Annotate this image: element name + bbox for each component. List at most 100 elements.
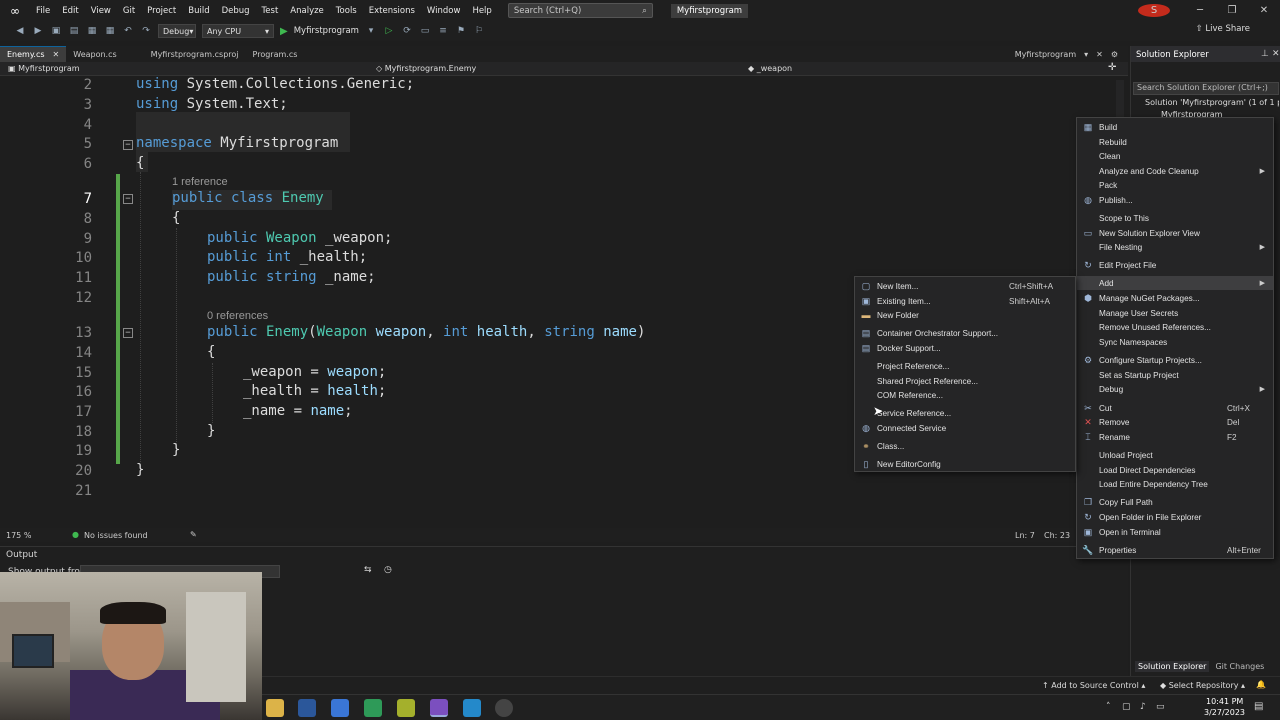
reference-count-hint[interactable]: 0 references xyxy=(207,310,268,322)
add-source-control-button[interactable]: ↑ Add to Source Control ▴ xyxy=(1042,681,1145,690)
solution-node[interactable]: Solution 'Myfirstprogram' (1 of 1 p xyxy=(1145,98,1279,107)
tab-enemy-cs[interactable]: Enemy.cs ✕ xyxy=(0,46,67,62)
menu-item-publish[interactable]: ◍ Publish... xyxy=(1077,193,1273,207)
layout-icon[interactable]: ▭ xyxy=(419,26,431,36)
chevron-down-icon[interactable]: ▾ xyxy=(365,26,377,36)
zoom-level[interactable]: 175 % xyxy=(6,531,31,540)
menu-item-terminal[interactable]: ▣ Open in Terminal xyxy=(1077,525,1273,539)
search-input[interactable]: Search (Ctrl+Q) ⌕ xyxy=(507,3,653,18)
config-select[interactable]: Debug ▾ xyxy=(158,24,196,38)
tab-weapon-cs[interactable]: Weapon.cs xyxy=(66,46,123,62)
menu-item-project-reference[interactable]: Project Reference... xyxy=(855,359,1075,373)
close-icon[interactable]: ✕ xyxy=(1248,5,1280,16)
fold-toggle-icon[interactable]: − xyxy=(123,328,133,338)
visual-studio-logo-icon[interactable]: ∞ xyxy=(8,4,22,18)
solution-search-input[interactable]: Search Solution Explorer (Ctrl+;) xyxy=(1133,82,1279,95)
forward-icon[interactable]: ▶ xyxy=(32,26,44,36)
menu-item-unload[interactable]: Unload Project xyxy=(1077,448,1273,462)
network-icon[interactable]: ▢ xyxy=(1122,702,1131,712)
clock-icon[interactable]: ◷ xyxy=(384,565,392,575)
outlook-icon[interactable] xyxy=(298,699,316,717)
menu-item-debug[interactable]: Debug ▶ xyxy=(1077,382,1273,396)
bookmark-icon[interactable]: ⚑ xyxy=(455,26,467,36)
notepad-plus-icon[interactable] xyxy=(364,699,382,717)
menu-item-new-item[interactable]: ▢ New Item... Ctrl+Shift+A xyxy=(855,279,1075,293)
save-icon[interactable]: ▦ xyxy=(86,26,98,36)
menu-item-sync-namespaces[interactable]: Sync Namespaces xyxy=(1077,335,1273,349)
menu-file[interactable]: File xyxy=(30,6,56,16)
menu-item-new-editorconfig[interactable]: ▯ New EditorConfig xyxy=(855,457,1075,471)
menu-item-pack[interactable]: Pack xyxy=(1077,178,1273,192)
tab-myfirstprogram-csproj[interactable]: Myfirstprogram.csproj xyxy=(144,46,246,62)
vscode-icon[interactable] xyxy=(463,699,481,717)
nav-type-dropdown[interactable]: ◇ Myfirstprogram.Enemy xyxy=(376,64,476,73)
tab-git-changes[interactable]: Git Changes xyxy=(1215,662,1264,671)
close-icon[interactable]: ✕ xyxy=(53,50,60,59)
notification-center-icon[interactable]: ▤ xyxy=(1254,701,1263,712)
issues-status[interactable]: No issues found xyxy=(84,531,148,540)
new-file-icon[interactable]: ▣ xyxy=(50,26,62,36)
fold-toggle-icon[interactable]: − xyxy=(123,140,133,150)
menu-item-configure-startup[interactable]: ⚙ Configure Startup Projects... xyxy=(1077,353,1273,367)
notifications-icon[interactable]: 🔔 xyxy=(1256,680,1266,689)
save-all-icon[interactable]: ▦ xyxy=(104,26,116,36)
menu-item-new-folder[interactable]: ▬ New Folder xyxy=(855,308,1075,322)
run-icon[interactable]: ▶ xyxy=(280,26,288,37)
battery-icon[interactable]: ▭ xyxy=(1156,702,1165,712)
menu-item-add[interactable]: Add ▶ xyxy=(1077,276,1273,290)
obs-icon[interactable] xyxy=(495,699,513,717)
split-editor-icon[interactable]: ✛ xyxy=(1108,62,1116,73)
open-icon[interactable]: ▤ xyxy=(68,26,80,36)
menu-edit[interactable]: Edit xyxy=(56,6,84,16)
visual-studio-icon[interactable] xyxy=(430,699,448,717)
tab-list-icon[interactable]: ▾ xyxy=(1084,50,1088,59)
menu-item-remove[interactable]: ✕ Remove Del xyxy=(1077,415,1273,429)
menu-item-edit-project[interactable]: ↻ Edit Project File xyxy=(1077,258,1273,272)
hot-reload-icon[interactable]: ⟳ xyxy=(401,26,413,36)
line-indicator[interactable]: Ln: 7 xyxy=(1015,531,1035,540)
settings-icon[interactable]: ⚙ xyxy=(1111,50,1118,59)
menu-item-open-folder[interactable]: ↻ Open Folder in File Explorer xyxy=(1077,510,1273,524)
menu-build[interactable]: Build xyxy=(182,6,215,16)
tab-solution-explorer[interactable]: Solution Explorer xyxy=(1135,660,1210,672)
nav-project-dropdown[interactable]: ▣ Myfirstprogram xyxy=(8,64,80,73)
platform-select[interactable]: Any CPU ▾ xyxy=(202,24,274,38)
avatar[interactable]: S xyxy=(1138,4,1170,17)
menu-item-file-nesting[interactable]: File Nesting ▶ xyxy=(1077,240,1273,254)
menu-item-docker-support[interactable]: ▤ Docker Support... xyxy=(855,341,1075,355)
menu-help[interactable]: Help xyxy=(466,6,497,16)
menu-item-user-secrets[interactable]: Manage User Secrets xyxy=(1077,306,1273,320)
menu-item-nuget[interactable]: ⬢ Manage NuGet Packages... xyxy=(1077,291,1273,305)
menu-item-load-tree[interactable]: Load Entire Dependency Tree xyxy=(1077,477,1273,491)
minimize-icon[interactable]: ─ xyxy=(1184,5,1216,16)
column-indicator[interactable]: Ch: 23 xyxy=(1044,531,1070,540)
nav-member-dropdown[interactable]: ◆ _weapon xyxy=(748,64,792,73)
menu-item-rebuild[interactable]: Rebuild xyxy=(1077,135,1273,149)
menu-item-properties[interactable]: 🔧 Properties Alt+Enter xyxy=(1077,543,1273,557)
tab-program-cs[interactable]: Program.cs xyxy=(246,46,305,62)
menu-item-analyze[interactable]: Analyze and Code Cleanup ▶ xyxy=(1077,164,1273,178)
menu-git[interactable]: Git xyxy=(117,6,141,16)
menu-item-load-direct[interactable]: Load Direct Dependencies xyxy=(1077,463,1273,477)
menu-debug[interactable]: Debug xyxy=(216,6,256,16)
menu-item-remove-unused[interactable]: Remove Unused References... xyxy=(1077,320,1273,334)
menu-test[interactable]: Test xyxy=(256,6,285,16)
menu-item-existing-item[interactable]: ▣ Existing Item... Shift+Alt+A xyxy=(855,294,1075,308)
pin-icon[interactable]: ⊥ xyxy=(1261,49,1269,59)
menu-tools[interactable]: Tools xyxy=(330,6,363,16)
word-wrap-icon[interactable]: ⇆ xyxy=(364,565,372,575)
back-icon[interactable]: ◀ xyxy=(14,26,26,36)
menu-item-com-reference[interactable]: COM Reference... xyxy=(855,388,1075,402)
menu-item-clean[interactable]: Clean xyxy=(1077,149,1273,163)
menu-item-scope[interactable]: Scope to This xyxy=(1077,211,1273,225)
live-share-button[interactable]: ⇧ Live Share xyxy=(1196,24,1250,34)
menu-item-container-support[interactable]: ▤ Container Orchestrator Support... xyxy=(855,326,1075,340)
menu-extensions[interactable]: Extensions xyxy=(363,6,421,16)
file-explorer-icon[interactable] xyxy=(266,699,284,717)
clock-time[interactable]: 10:41 PM xyxy=(1206,697,1243,706)
menu-item-service-reference[interactable]: Service Reference... xyxy=(855,406,1075,420)
menu-item-new-view[interactable]: ▭ New Solution Explorer View xyxy=(1077,226,1273,240)
menu-item-cut[interactable]: ✂ Cut Ctrl+X xyxy=(1077,401,1273,415)
redo-icon[interactable]: ↷ xyxy=(140,26,152,36)
powershell-icon[interactable] xyxy=(331,699,349,717)
